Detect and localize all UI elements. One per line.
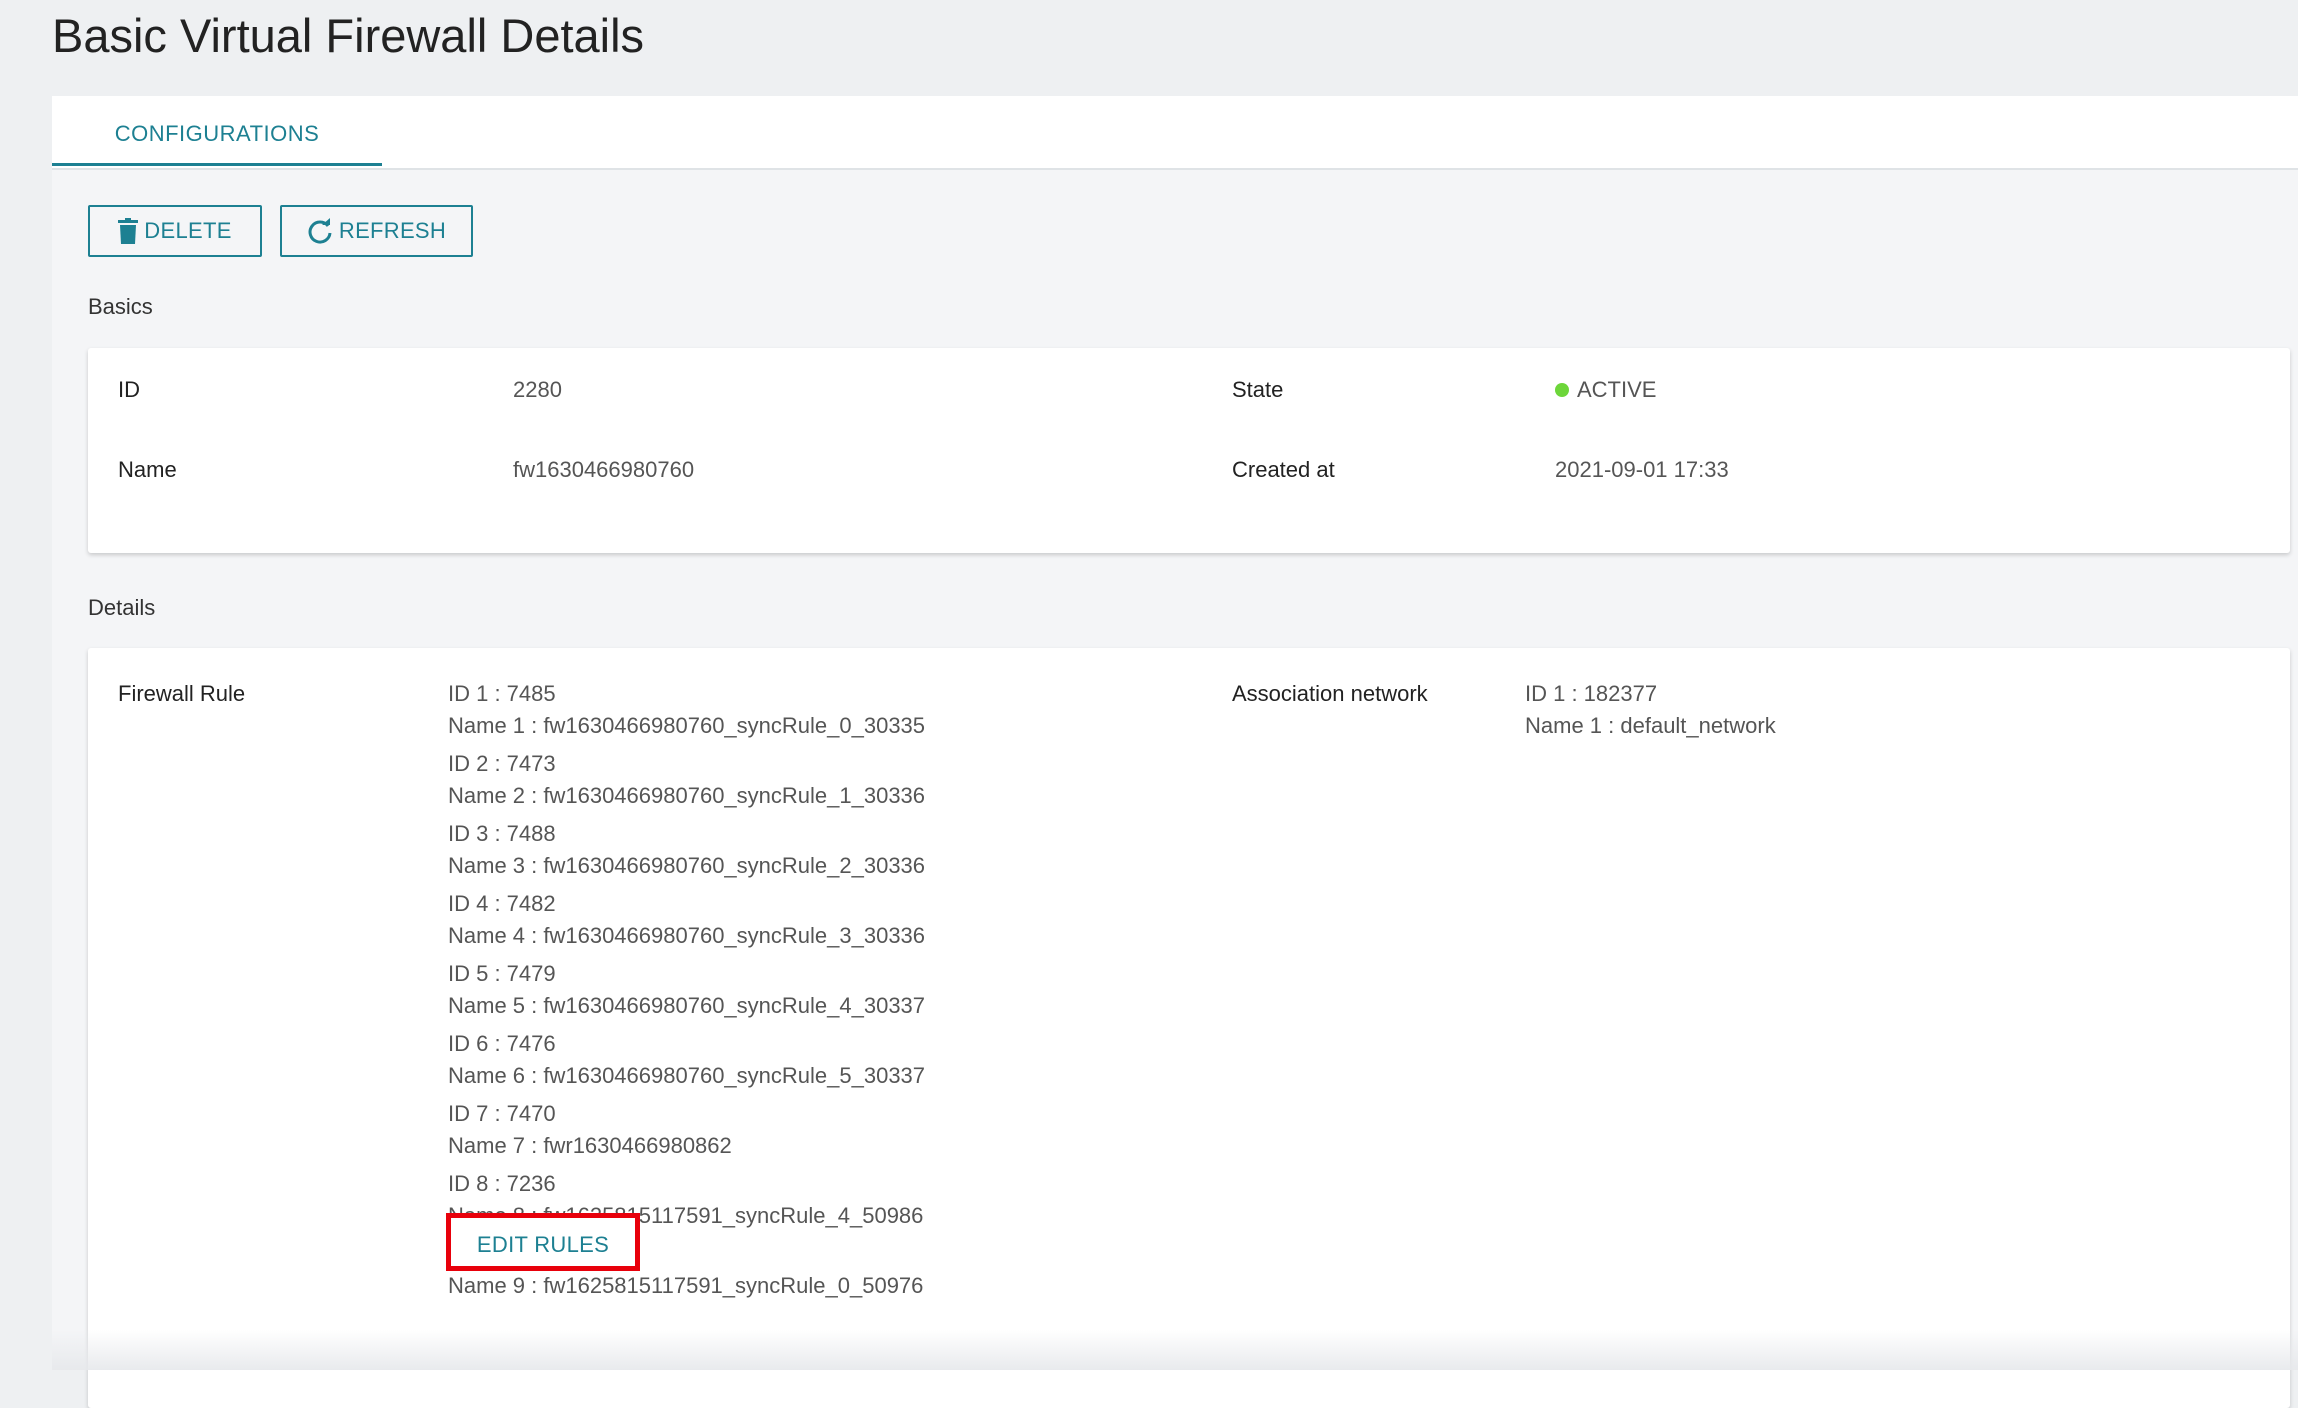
list-item: ID 7 : 7470 Name 7 : fwr1630466980862 xyxy=(448,1098,925,1162)
refresh-icon xyxy=(308,218,332,244)
status-badge: ACTIVE xyxy=(1577,377,1657,402)
rule-id: ID 4 : 7482 xyxy=(448,891,556,916)
rule-name: Name 2 : fw1630466980760_syncRule_1_3033… xyxy=(448,783,926,808)
list-item: ID 4 : 7482 Name 4 : fw1630466980760_sync… xyxy=(448,888,925,952)
association-network-list: ID 1 : 182377 Name 1 : default_network xyxy=(1525,678,1776,742)
list-item: ID 1 : 7485 Name 1 : fw1630466980760_sync… xyxy=(448,678,925,742)
association-network-label: Association network xyxy=(1232,681,1428,706)
list-item: ID 3 : 7488 Name 3 : fw1630466980760_sync… xyxy=(448,818,925,882)
refresh-button-label: REFRESH xyxy=(338,218,447,243)
name-value: fw1630466980760 xyxy=(513,457,695,482)
list-item: ID 5 : 7479 Name 5 : fw1630466980760_sync… xyxy=(448,958,925,1022)
rule-id: ID 2 : 7473 xyxy=(448,751,556,776)
details-section-label: Details xyxy=(88,595,156,620)
rule-name: Name 6 : fw1630466980760_syncRule_5_3033… xyxy=(448,1063,926,1088)
rule-name: Name 9 : fw1625815117591_syncRule_0_5097… xyxy=(448,1273,924,1298)
delete-button-label: DELETE xyxy=(144,218,232,243)
id-label: ID xyxy=(118,377,140,402)
details-panel: CONFIGURATIONS DELETE REFRESH Basics ID … xyxy=(52,96,2298,1408)
firewall-rule-label: Firewall Rule xyxy=(118,681,246,706)
id-value: 2280 xyxy=(513,377,562,402)
scroll-fade xyxy=(52,1330,2298,1370)
status-dot-icon xyxy=(1555,383,1569,397)
basics-section-label: Basics xyxy=(88,294,153,319)
rule-id: ID 1 : 7485 xyxy=(448,681,556,706)
rule-id: ID 3 : 7488 xyxy=(448,821,556,846)
list-item: ID 6 : 7476 Name 6 : fw1630466980760_sync… xyxy=(448,1028,925,1092)
created-at-label: Created at xyxy=(1232,457,1335,482)
page-title: Basic Virtual Firewall Details xyxy=(52,9,645,62)
delete-button[interactable]: DELETE xyxy=(88,205,262,257)
rule-id: ID 7 : 7470 xyxy=(448,1101,556,1126)
list-item: ID 2 : 7473 Name 2 : fw1630466980760_sync… xyxy=(448,748,925,812)
rule-name: Name 1 : fw1630466980760_syncRule_0_3033… xyxy=(448,713,926,738)
state-value-wrap: ACTIVE xyxy=(1555,374,1656,406)
details-card: Firewall Rule ID 1 : 7485 Name 1 : fw1630… xyxy=(88,648,2290,1408)
trash-icon xyxy=(118,218,139,244)
association-id: ID 1 : 182377 xyxy=(1525,681,1658,706)
rule-id: ID 5 : 7479 xyxy=(448,961,556,986)
rule-name: Name 7 : fwr1630466980862 xyxy=(448,1133,732,1158)
basics-card: ID 2280 State ACTIVE Name fw163046698076… xyxy=(88,348,2290,553)
edit-rules-button[interactable]: EDIT RULES xyxy=(446,1213,640,1271)
created-at-value: 2021-09-01 17:33 xyxy=(1555,457,1729,482)
tab-bar: CONFIGURATIONS xyxy=(52,96,2298,170)
refresh-button[interactable]: REFRESH xyxy=(280,205,473,257)
rule-name: Name 4 : fw1630466980760_syncRule_3_3033… xyxy=(448,923,926,948)
association-name: Name 1 : default_network xyxy=(1525,713,1776,738)
rule-id: ID 8 : 7236 xyxy=(448,1171,556,1196)
state-label: State xyxy=(1232,377,1284,402)
tab-configurations[interactable]: CONFIGURATIONS xyxy=(52,96,382,166)
rule-name: Name 5 : fw1630466980760_syncRule_4_3033… xyxy=(448,993,926,1018)
rule-id: ID 6 : 7476 xyxy=(448,1031,556,1056)
rule-name: Name 3 : fw1630466980760_syncRule_2_3033… xyxy=(448,853,926,878)
name-label: Name xyxy=(118,457,177,482)
